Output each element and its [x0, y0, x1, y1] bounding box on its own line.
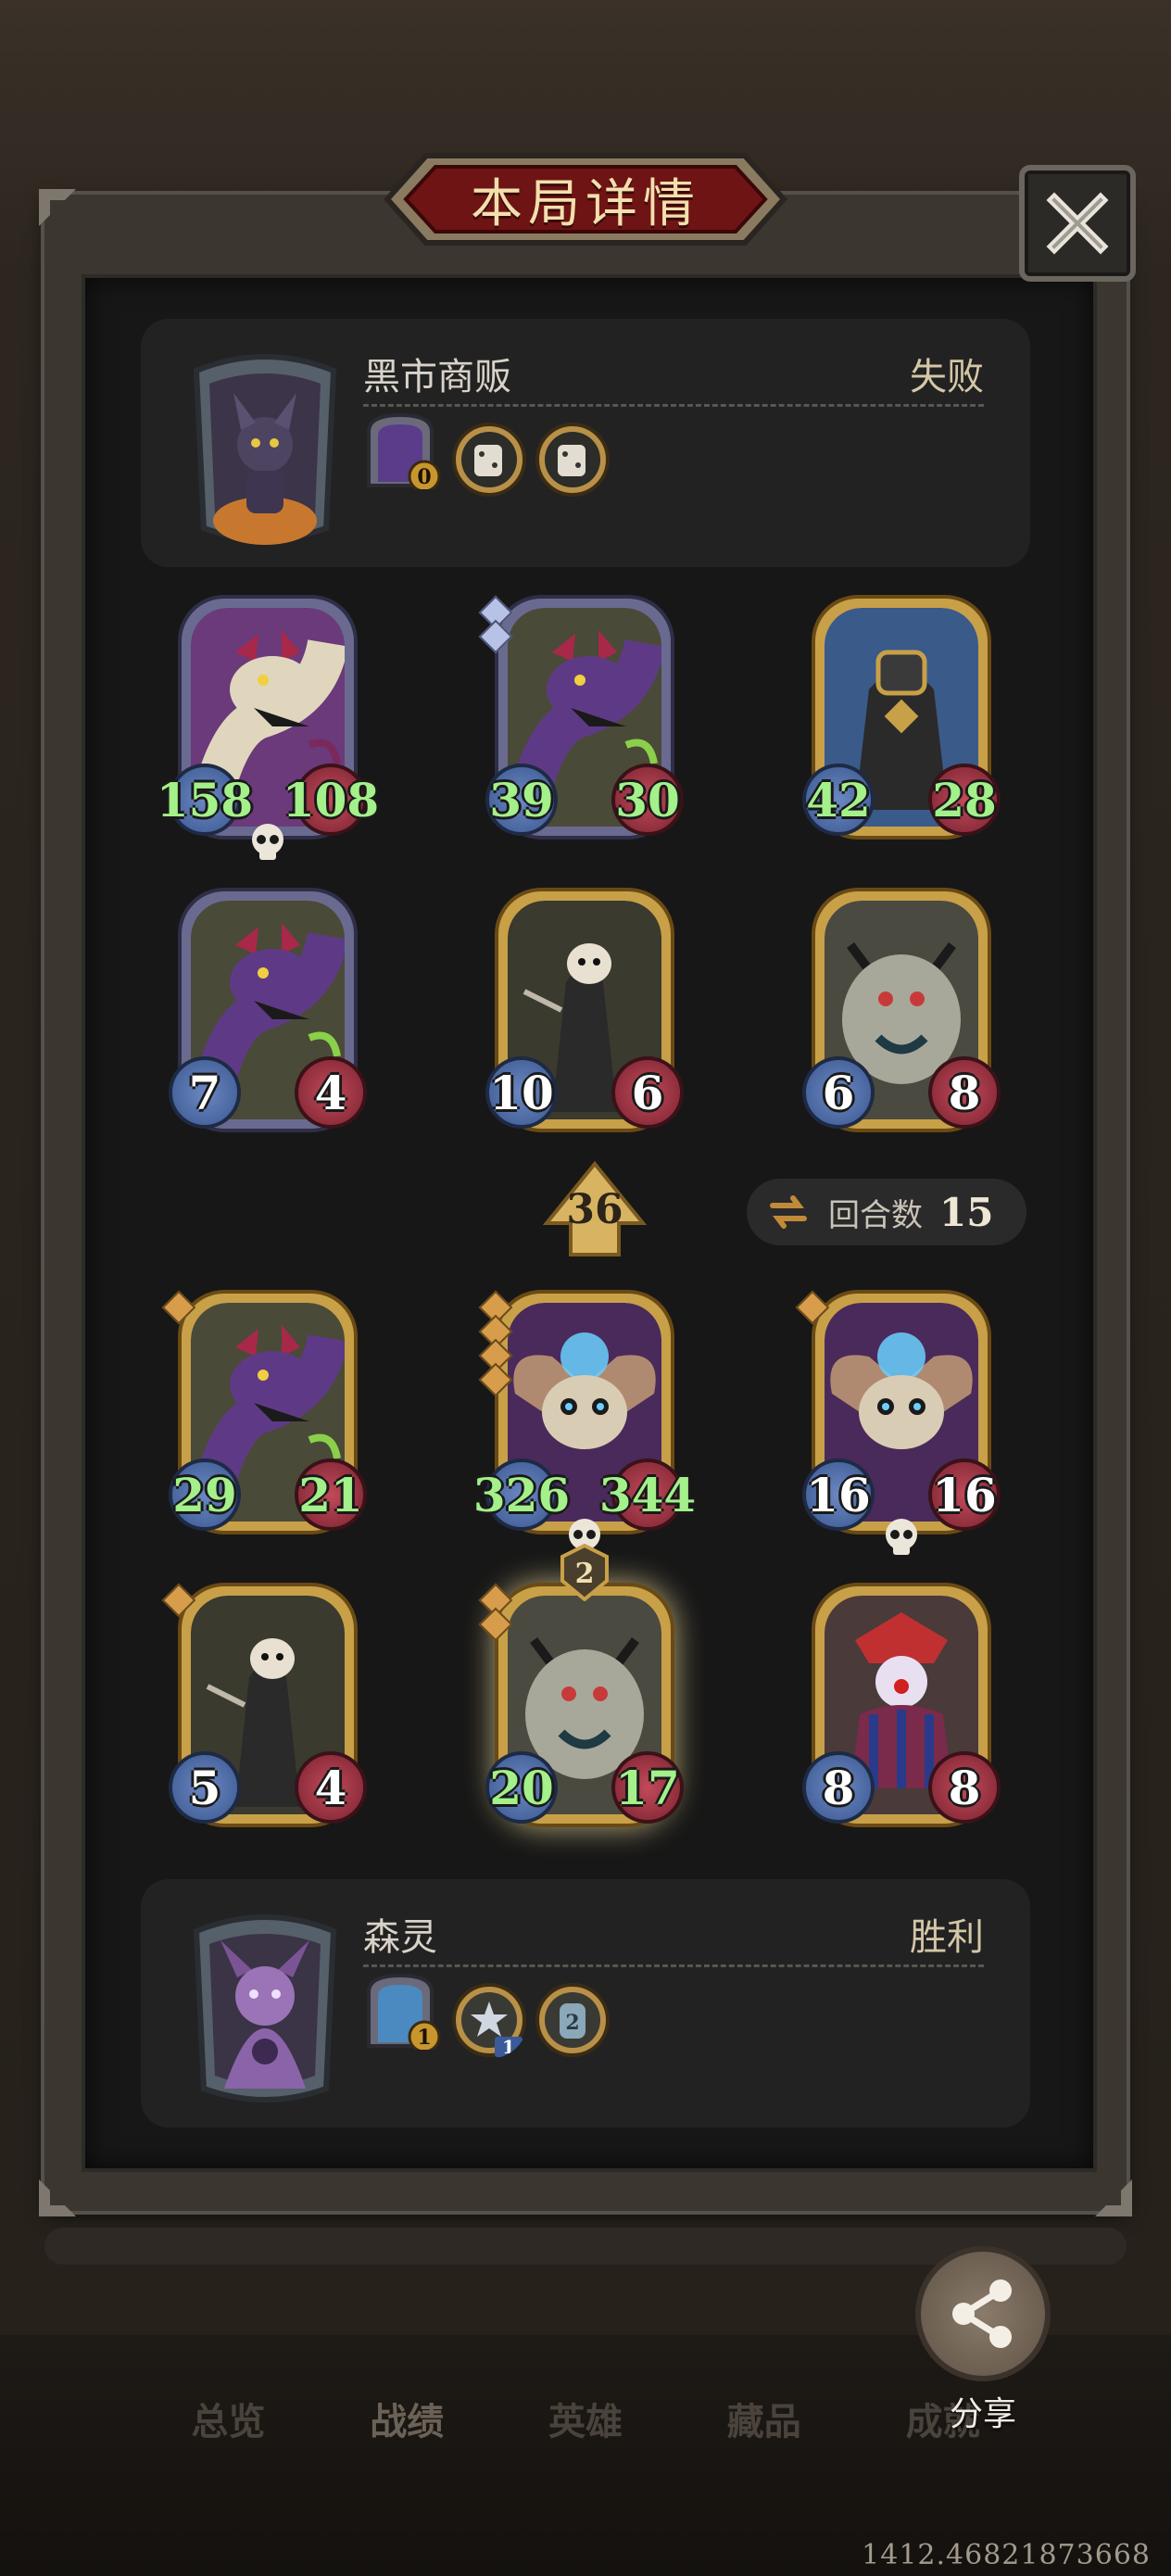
health-stat: 8	[928, 1056, 1001, 1129]
minion-card[interactable]: 16 16	[795, 1282, 1001, 1555]
jar-trinket-badge: 2	[565, 2011, 579, 2035]
player-result: 胜利	[910, 1916, 984, 1959]
deathrattle-skull-icon	[252, 824, 283, 860]
jar-trinket-icon[interactable]: 2	[534, 1981, 611, 2059]
attack-stat: 39	[485, 764, 558, 836]
health-stat: 108	[283, 764, 379, 836]
minion-card[interactable]: 39 30	[478, 587, 684, 856]
portal-item-badge: 1	[417, 2026, 431, 2050]
portal-item-icon[interactable]: 1	[363, 1972, 441, 2050]
coordinate-readout: 1412.46821873668	[862, 2539, 1151, 2571]
opponent-info: 黑市商贩 失败 0	[141, 319, 1030, 567]
close-icon	[1046, 192, 1109, 255]
minion-card[interactable]: 158 108	[157, 587, 379, 860]
health-stat: 17	[611, 1751, 684, 1824]
health-stat: 6	[611, 1056, 684, 1129]
minion-card[interactable]: 29 21	[161, 1282, 367, 1551]
damage-value: 36	[566, 1186, 623, 1233]
svg-text:2: 2	[575, 1558, 595, 1590]
attack-stat: 326	[473, 1458, 570, 1531]
title-plate: 本局详情	[369, 148, 802, 250]
nav-collection[interactable]: 藏品	[727, 2392, 801, 2445]
share-button[interactable]	[915, 2246, 1051, 2381]
share-label: 分享	[949, 2395, 1016, 2433]
health-stat: 21	[295, 1458, 367, 1531]
deathrattle-skull-icon	[886, 1519, 917, 1555]
player-avatar[interactable]	[187, 1913, 343, 2111]
turn-label: 回合数	[828, 1196, 923, 1234]
minion-card[interactable]: 5 4	[161, 1575, 367, 1844]
door-item-badge: 0	[417, 465, 431, 489]
corner-ornament	[39, 2179, 76, 2216]
close-button[interactable]	[1019, 165, 1136, 282]
health-stat: 30	[611, 764, 684, 836]
minion-card[interactable]: 8 8	[802, 1575, 1001, 1844]
page-title: 本局详情	[471, 173, 700, 234]
attack-stat: 158	[157, 764, 253, 836]
share-icon	[952, 2279, 1012, 2348]
divider	[363, 404, 984, 407]
attack-stat: 29	[169, 1458, 241, 1531]
door-item-icon[interactable]: 0	[363, 411, 441, 489]
player-info: 森灵 胜利 1 1 2	[141, 1879, 1030, 2128]
health-stat: 4	[295, 1751, 367, 1824]
attack-stat: 42	[802, 764, 875, 836]
minion-card[interactable]: 7 4	[169, 880, 367, 1149]
attack-stat: 6	[802, 1056, 875, 1129]
health-stat: 16	[928, 1458, 1001, 1531]
health-stat: 8	[928, 1751, 1001, 1824]
nav-overview[interactable]: 总览	[191, 2392, 265, 2445]
opponent-avatar[interactable]	[187, 352, 343, 550]
opponent-name: 黑市商贩	[363, 356, 511, 398]
refresh-icon	[770, 1195, 807, 1229]
player-name: 森灵	[363, 1916, 437, 1959]
opponent-result: 失败	[910, 356, 984, 398]
nav-record[interactable]: 战绩	[370, 2392, 444, 2445]
attack-stat: 5	[169, 1751, 241, 1824]
attack-stat: 10	[485, 1056, 558, 1129]
health-stat: 28	[928, 764, 1001, 836]
minion-card[interactable]: 20 17 2	[478, 1544, 684, 1844]
minion-card[interactable]: 10 6	[485, 880, 684, 1149]
dice-trinket-icon[interactable]	[450, 421, 528, 499]
star-trinket-badge: 1	[502, 2036, 515, 2058]
divider	[363, 1964, 984, 1967]
health-stat: 4	[295, 1056, 367, 1129]
attack-stat: 8	[802, 1751, 875, 1824]
turn-value: 15	[939, 1189, 994, 1235]
attack-stat: 16	[802, 1458, 875, 1531]
attack-stat: 20	[485, 1751, 558, 1824]
corner-ornament	[39, 189, 76, 226]
corner-ornament	[1095, 2179, 1132, 2216]
health-stat: 344	[599, 1458, 696, 1531]
star-trinket-icon[interactable]: 1	[450, 1981, 528, 2059]
attack-stat: 7	[169, 1056, 241, 1129]
nav-heroes[interactable]: 英雄	[548, 2392, 623, 2445]
level-badge: 2	[560, 1544, 609, 1601]
minion-card[interactable]: 326 344	[473, 1282, 696, 1555]
turn-count: 回合数 15	[747, 1179, 1026, 1245]
minion-card[interactable]: 6 8	[802, 880, 1001, 1149]
dice-trinket-icon[interactable]	[534, 421, 611, 499]
minion-card[interactable]: 42 28	[802, 587, 1001, 856]
